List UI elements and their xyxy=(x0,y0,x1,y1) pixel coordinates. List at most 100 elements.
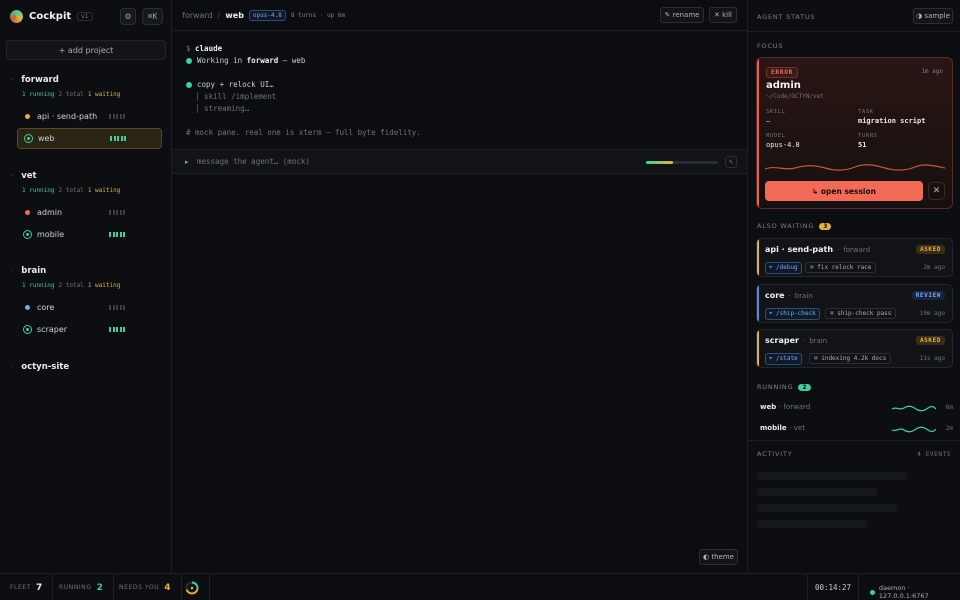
focus-card[interactable]: ERROR 1m ago admin ~/Code/OCTYN/vet SKIL… xyxy=(756,57,953,209)
gear-icon: ⚙ xyxy=(124,12,132,21)
breadcrumb-separator: / xyxy=(217,11,221,20)
app: Cockpit v1 ⚙ ⌘K + add project · forward … xyxy=(0,0,960,600)
waiting-name: api · send-path xyxy=(765,245,834,254)
stat-running: 1 running xyxy=(22,187,55,194)
stat-total: 2 total xyxy=(58,91,84,98)
activity-count: 4 EVENTS xyxy=(917,451,951,458)
project-header[interactable]: · vet xyxy=(11,171,37,181)
running-row-mobile[interactable]: mobile · vet 2m xyxy=(760,424,953,436)
open-session-button[interactable]: ↳ open session xyxy=(765,181,923,201)
note-chip: ⌘ ship-check pass xyxy=(825,308,897,319)
running-label: RUNNING xyxy=(59,584,92,591)
terminal-note: # mock pane. real one is xterm — full by… xyxy=(186,128,421,137)
kill-button[interactable]: ✕ kill xyxy=(709,7,737,23)
running-stat: RUNNING 2 xyxy=(49,574,114,600)
panel-title: AGENT STATUS xyxy=(757,13,816,21)
waiting-count-badge: 3 xyxy=(819,222,832,230)
running-time: 2m xyxy=(945,425,953,432)
session-item-core[interactable]: core xyxy=(17,297,162,318)
working-project: forward xyxy=(246,56,279,65)
session-item-admin[interactable]: admin xyxy=(17,202,162,223)
pencil-icon: ✎ xyxy=(728,158,734,166)
activity-bars-icon xyxy=(110,136,126,141)
fleet-ring[interactable] xyxy=(175,574,210,600)
activity-placeholder xyxy=(757,520,867,528)
command-chip: ⌖ /ship-check xyxy=(765,308,820,320)
project-name: brain xyxy=(21,266,47,276)
waiting-card-scraper[interactable]: scraper · brain ASKED ⌖ /state ⌘ indexing … xyxy=(756,329,953,368)
waiting-name: core xyxy=(765,291,785,300)
breadcrumb-project[interactable]: forward xyxy=(182,11,213,20)
divider xyxy=(748,440,960,441)
project-name: forward xyxy=(21,75,59,85)
context-meter xyxy=(646,161,718,164)
status-dot-icon xyxy=(870,589,875,595)
running-dot-icon xyxy=(186,82,192,88)
waiting-card-api-send-path[interactable]: api · send-path · forward ASKED ⌖ /debug ⌘… xyxy=(756,238,953,277)
waiting-time: 10m ago xyxy=(919,310,945,317)
session-name: scraper xyxy=(37,325,68,334)
running-row-web[interactable]: web · forward 6m xyxy=(760,403,953,415)
status-bar: FLEET 7 RUNNING 2 NEEDS YOU 4 00:14:27 d… xyxy=(0,573,960,600)
working-suffix: — web xyxy=(278,56,306,65)
add-project-button[interactable]: + add project xyxy=(6,40,166,60)
command-chip: ⌖ /state xyxy=(765,353,802,365)
task-label: TASK xyxy=(858,109,874,115)
brand: Cockpit v1 xyxy=(10,10,93,23)
send-button[interactable]: ✎ xyxy=(725,156,737,168)
session-name: core xyxy=(37,303,55,312)
activity-bars-icon xyxy=(109,232,125,237)
session-item-api-send-path[interactable]: api · send-path xyxy=(17,106,162,127)
project-header[interactable]: · forward xyxy=(11,75,59,85)
project-header[interactable]: · brain xyxy=(11,266,46,276)
activity-wave-icon xyxy=(765,164,945,171)
running-value: 2 xyxy=(96,582,103,593)
waiting-project: brain xyxy=(794,292,813,300)
divider xyxy=(748,31,960,32)
brand-name: Cockpit xyxy=(29,11,72,22)
close-icon: ✕ xyxy=(932,186,941,196)
stat-running: 1 running xyxy=(22,282,55,289)
message-input[interactable]: message the agent… (mock) xyxy=(197,157,310,166)
activity-bars-icon xyxy=(109,305,125,310)
waiting-project-dot: · xyxy=(802,337,806,345)
sample-button[interactable]: ◑ sample xyxy=(913,8,953,24)
activity-bars-icon xyxy=(109,327,125,332)
settings-button[interactable]: ⚙ xyxy=(120,8,136,25)
terminal-output: $ claude Working in forward — web copy +… xyxy=(186,43,421,139)
running-dot-icon xyxy=(186,58,192,64)
stat-total: 2 total xyxy=(58,282,84,289)
fleet-value: 7 xyxy=(36,582,43,593)
waiting-card-core[interactable]: core · brain REVIEW ⌖ /ship-check ⌘ ship-c… xyxy=(756,284,953,323)
dismiss-button[interactable]: ✕ xyxy=(928,182,945,200)
command-palette-button[interactable]: ⌘K xyxy=(142,8,163,25)
prompt-caret-icon: ▸ xyxy=(185,158,189,166)
activity-bars-icon xyxy=(109,210,125,215)
session-item-mobile[interactable]: mobile xyxy=(17,224,162,245)
caret-icon: · xyxy=(11,172,14,180)
session-item-scraper[interactable]: scraper xyxy=(17,319,162,340)
rename-button[interactable]: ✎ rename xyxy=(660,7,704,23)
running-name: web xyxy=(760,403,777,411)
session-item-web[interactable]: web xyxy=(17,128,162,149)
review-badge: REVIEW xyxy=(911,291,945,300)
session-meta: 8 turns · up 6m xyxy=(290,12,346,19)
activity-placeholder xyxy=(757,504,897,512)
stat-running: 1 running xyxy=(22,91,55,98)
running-name: mobile xyxy=(760,424,787,432)
caret-icon: · xyxy=(11,267,14,275)
session-name: api · send-path xyxy=(37,112,98,121)
project-name: vet xyxy=(21,171,37,181)
project-name: octyn-site xyxy=(21,362,70,372)
session-name: web xyxy=(38,134,55,143)
theme-toggle-button[interactable]: ◐ theme xyxy=(699,549,738,565)
needs-you-label: NEEDS YOU xyxy=(119,584,160,591)
message-composer[interactable]: ▸ message the agent… (mock) ✎ xyxy=(172,149,747,174)
project-header[interactable]: · octyn-site xyxy=(11,362,69,372)
also-waiting-text: ALSO WAITING xyxy=(757,222,815,230)
working-prefix: Working in xyxy=(197,56,247,65)
brand-version: v1 xyxy=(77,12,93,21)
agent-status-panel: AGENT STATUS ◑ sample FOCUS ERROR 1m ago… xyxy=(747,0,960,573)
terminal-sub-line: │ skill /implement xyxy=(195,92,277,101)
model-value: opus-4.8 xyxy=(766,141,800,149)
